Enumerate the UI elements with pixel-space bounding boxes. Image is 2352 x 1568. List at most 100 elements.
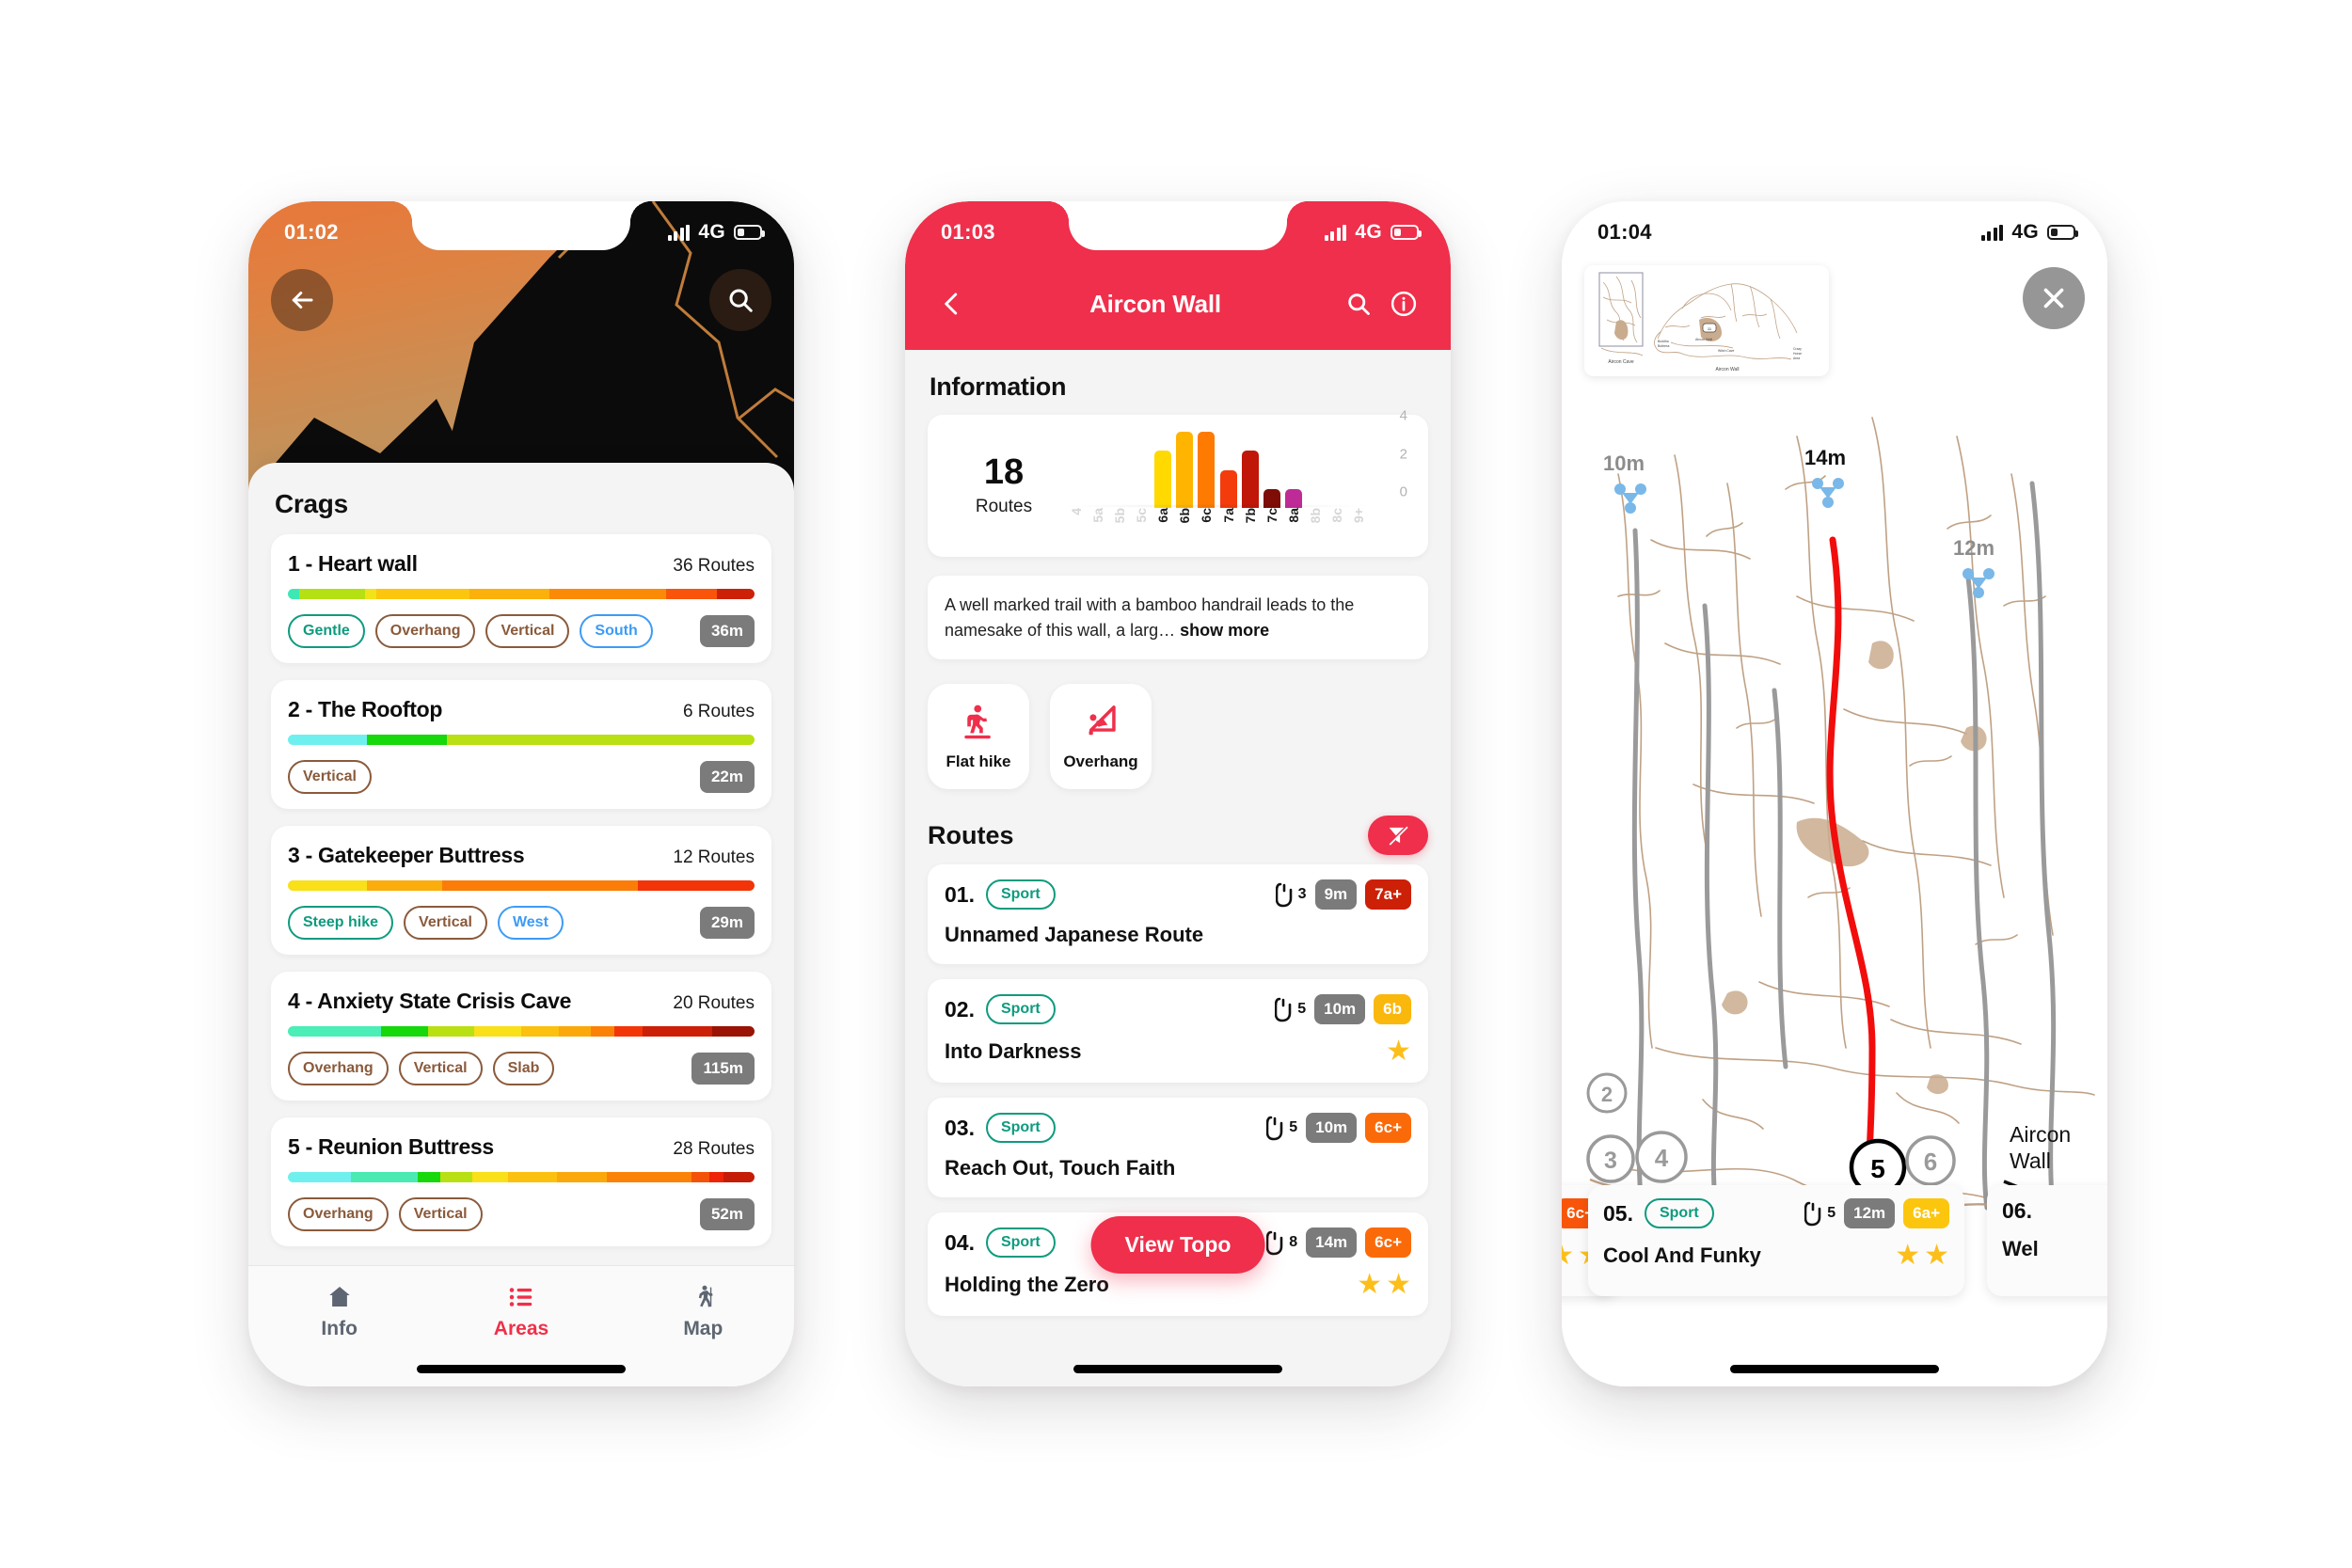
grade-segment [712, 1026, 755, 1037]
tab-map[interactable]: Map [612, 1283, 794, 1340]
grade-segment [723, 1172, 755, 1182]
back-button[interactable] [930, 290, 975, 318]
crag-card[interactable]: 2 - The Rooftop 6 Routes Vertical 22m [271, 680, 771, 809]
carousel-card-current[interactable]: 05. Sport 5 12m 6a+ Cool And Funky ★ ★ [1588, 1185, 1964, 1296]
crag-name: 3 - Gatekeeper Buttress [288, 843, 525, 867]
feature-flat-hike[interactable]: Flat hike [928, 684, 1029, 790]
crag-length-badge: 36m [699, 615, 755, 647]
route-marker-6[interactable]: 6 [1905, 1135, 1956, 1186]
device-notch [1725, 201, 1944, 250]
close-icon [2043, 288, 2064, 309]
histogram-tick-text: 6a [1155, 508, 1171, 523]
description-card[interactable]: A well marked trail with a bamboo handra… [928, 576, 1428, 660]
anchor-label-10m: 10m [1603, 451, 1645, 475]
svg-text:Aircon Cave: Aircon Cave [1608, 359, 1633, 365]
crag-tag[interactable]: Overhang [288, 1197, 389, 1231]
crag-tag[interactable]: West [497, 906, 564, 940]
route-card[interactable]: 03. Sport 5 10m 6c+ Reach Out, Touch Fai… [928, 1098, 1428, 1198]
routes-count-label: Routes [975, 497, 1033, 516]
grade-segment [440, 1172, 472, 1182]
crag-tag[interactable]: Vertical [288, 760, 372, 794]
crag-tag[interactable]: Vertical [485, 614, 570, 648]
histogram-tick-label: 7b [1239, 508, 1261, 540]
search-button[interactable] [1336, 291, 1381, 317]
histogram-tick-text: 8a [1285, 508, 1301, 523]
routes-count: 18 Routes [943, 454, 1065, 517]
route-card[interactable]: 02. Sport 5 10m 6b Into Darkness ★ [928, 979, 1428, 1084]
crag-tag[interactable]: Slab [492, 1052, 555, 1085]
crag-card[interactable]: 3 - Gatekeeper Buttress 12 Routes Steep … [271, 826, 771, 955]
grade-segment [288, 1172, 351, 1182]
crag-name: 1 - Heart wall [288, 551, 418, 576]
crag-tag[interactable]: South [580, 614, 653, 648]
crag-tag[interactable]: Vertical [404, 906, 487, 940]
bolt-count-value: 5 [1289, 1119, 1298, 1136]
bolt-count: 5 [1804, 1200, 1836, 1227]
home-indicator[interactable] [1073, 1365, 1282, 1373]
route-number: 05. [1603, 1200, 1633, 1226]
home-indicator[interactable] [417, 1365, 626, 1373]
route-marker-3[interactable]: 3 [1586, 1134, 1635, 1183]
view-topo-button[interactable]: View Topo [1090, 1216, 1265, 1274]
grade-segment [288, 735, 368, 745]
crag-tag[interactable]: Overhang [374, 614, 476, 648]
carousel-card-next[interactable]: 06. Wel [1987, 1185, 2107, 1296]
route-meta: 8 14m 6c+ [1266, 1227, 1411, 1259]
histogram-column [1065, 432, 1087, 508]
crag-tag[interactable]: Vertical [398, 1052, 483, 1085]
show-more-link[interactable]: show more [1180, 621, 1269, 640]
tab-areas[interactable]: Areas [430, 1283, 612, 1340]
route-marker-2[interactable]: 2 [1586, 1072, 1628, 1114]
tab-info[interactable]: Info [248, 1283, 430, 1340]
grade-segment [469, 589, 549, 599]
search-button[interactable] [709, 269, 771, 331]
battery-icon [1391, 225, 1422, 240]
route-type-pill[interactable]: Sport [985, 1227, 1056, 1259]
grade-distribution-bar [288, 1172, 755, 1182]
tab-map-label: Map [683, 1318, 723, 1339]
histogram-bar [1219, 469, 1237, 508]
info-button[interactable] [1381, 290, 1426, 318]
route-card[interactable]: 01. Sport 3 9m 7a+ Unnamed Japanese Rout… [928, 864, 1428, 965]
svg-text:Buttress: Buttress [1658, 344, 1670, 348]
grade-distribution-bar [288, 589, 755, 599]
crag-card[interactable]: 4 - Anxiety State Crisis Cave 20 Routes … [271, 972, 771, 1101]
nav-bar: Aircon Wall [905, 271, 1451, 337]
crag-tag[interactable]: Overhang [288, 1052, 389, 1085]
crag-card[interactable]: 5 - Reunion Buttress 28 Routes Overhang V… [271, 1117, 771, 1246]
back-button[interactable] [271, 269, 333, 331]
crag-name: 5 - Reunion Buttress [288, 1134, 494, 1159]
grade-distribution-bar [288, 880, 755, 891]
histogram-column [1108, 432, 1130, 508]
histogram-column [1282, 432, 1304, 508]
home-indicator[interactable] [1730, 1365, 1939, 1373]
grade-distribution-bar [288, 1026, 755, 1037]
list-icon [509, 1288, 532, 1307]
route-card-header: 02. Sport 5 10m 6b [945, 994, 1411, 1025]
feature-overhang[interactable]: Overhang [1050, 684, 1152, 790]
route-marker-4[interactable]: 4 [1635, 1131, 1688, 1183]
svg-text:6: 6 [1924, 1148, 1937, 1176]
minimap-thumbnail[interactable]: Aircon Cave 11 Aircon Wall Buddha Buttre… [1584, 265, 1829, 376]
network-label: 4G [698, 221, 725, 243]
route-type-pill[interactable]: Sport [985, 1113, 1056, 1144]
grade-segment [441, 880, 638, 891]
histogram-tick-text: 5a [1089, 508, 1105, 523]
crag-tag[interactable]: Gentle [288, 614, 365, 648]
route-type-pill[interactable]: Sport [985, 879, 1056, 911]
route-meta: 3 9m 7a+ [1275, 879, 1411, 911]
home-icon [328, 1287, 350, 1307]
feature-flat-hike-label: Flat hike [946, 752, 1011, 771]
crag-tag[interactable]: Vertical [398, 1197, 483, 1231]
grade-segment [288, 589, 300, 599]
filter-button[interactable] [1368, 816, 1428, 856]
close-button[interactable] [2023, 267, 2085, 329]
crag-card[interactable]: 1 - Heart wall 36 Routes Gentle Overhang V… [271, 534, 771, 663]
route-type-pill[interactable]: Sport [985, 994, 1056, 1025]
histogram-column [1087, 432, 1108, 508]
next-route-name: Wel [2002, 1237, 2039, 1260]
crag-tag[interactable]: Steep hike [288, 906, 394, 940]
phone-crag-list: 01:02 4G Crazy Horse Buttress Crags 1 - … [248, 201, 794, 1386]
grade-segment [288, 1026, 382, 1037]
signal-icon [667, 224, 691, 241]
